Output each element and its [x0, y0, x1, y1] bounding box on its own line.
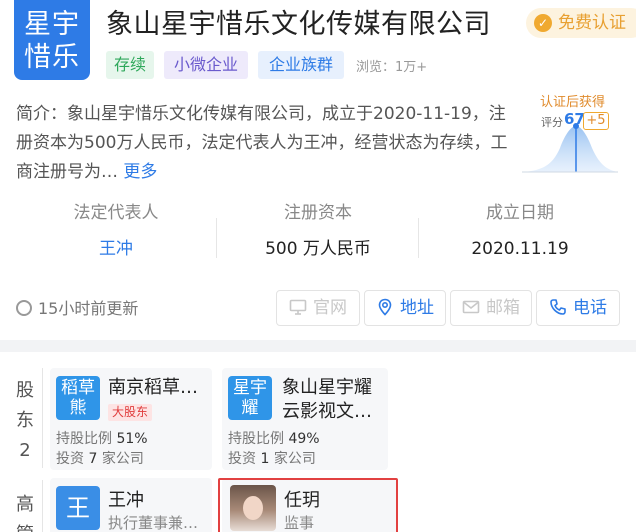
bell-curve — [524, 126, 618, 172]
founded-date-value: 2020.11.19 — [471, 239, 569, 259]
status-tag[interactable]: 存续 — [106, 51, 154, 79]
score-bonus: +5 — [583, 112, 609, 130]
key-stats: 法定代表人 王冲 注册资本 500 万人民币 成立日期 2020.11.19 — [16, 200, 620, 272]
side-char: 东 — [16, 410, 34, 431]
registered-capital-stat: 注册资本 500 万人民币 — [218, 200, 418, 262]
major-shareholder-badge: 大股东 — [108, 404, 153, 421]
monitor-icon — [289, 299, 307, 315]
ratio-value: 49% — [288, 431, 320, 447]
email-button[interactable]: 邮箱 — [450, 290, 532, 326]
website-button[interactable]: 官网 — [276, 290, 360, 326]
mail-icon — [462, 300, 480, 314]
view-count: 浏览：1万+ — [356, 60, 428, 75]
check-badge-icon: ✓ — [534, 14, 552, 32]
shareholder-name: 南京稻草… — [108, 377, 198, 398]
email-label: 邮箱 — [486, 298, 520, 318]
shareholders-side-label[interactable]: 股 东 2 — [12, 376, 38, 466]
legal-rep-value[interactable]: 王冲 — [16, 236, 216, 262]
shareholder-logo-line2: 耀 — [241, 398, 259, 418]
side-char: 股 — [16, 380, 34, 401]
shareholder-logo-line1: 稻草 — [61, 378, 95, 398]
shareholder-card[interactable]: 星宇 耀 象山星宇耀 云影视文… 持股比例 49% 投资 1 家公司 — [222, 368, 388, 470]
invest-suffix: 家公司 — [273, 451, 316, 467]
executive-avatar: 王 — [56, 486, 100, 530]
registered-capital-label: 注册资本 — [284, 203, 352, 223]
invest-prefix: 投资 — [56, 451, 84, 467]
refresh-icon — [16, 300, 32, 316]
investment-count: 投资 7 家公司 — [56, 448, 144, 468]
invest-count-value: 1 — [260, 451, 270, 467]
company-name: 象山星宇惜乐文化传媒有限公司 — [106, 9, 491, 40]
shareholder-logo: 稻草 熊 — [56, 376, 100, 420]
side-divider — [42, 368, 43, 468]
invest-prefix: 投资 — [228, 451, 256, 467]
address-button[interactable]: 地址 — [364, 290, 446, 326]
executives-side-label[interactable]: 高 管 — [12, 490, 38, 532]
shareholding-ratio: 持股比例 49% — [228, 428, 320, 448]
stat-divider — [216, 218, 217, 258]
ratio-label: 持股比例 — [56, 431, 112, 447]
phone-button[interactable]: 电话 — [536, 290, 620, 326]
executive-name: 王冲 — [108, 490, 144, 511]
executive-role: 执行董事兼… — [108, 514, 199, 532]
registered-capital-value: 500 万人民币 — [265, 239, 371, 259]
certification-label: 免费认证 — [558, 13, 626, 33]
logo-text-line2: 惜乐 — [24, 42, 80, 73]
scale-tag[interactable]: 小微企业 — [164, 51, 248, 79]
shareholding-ratio: 持股比例 51% — [56, 428, 148, 448]
side-char: 管 — [12, 520, 38, 532]
update-status: 15小时前更新 — [16, 295, 138, 319]
company-logo: 星宇 惜乐 — [14, 0, 90, 80]
shareholder-logo: 星宇 耀 — [228, 376, 272, 420]
update-text: 15小时前更新 — [38, 299, 139, 318]
company-intro: 简介：象山星宇惜乐文化传媒有限公司，成立于2020-11-19，注册资本为500… — [16, 100, 508, 187]
group-tag[interactable]: 企业族群 — [258, 51, 344, 79]
phone-label: 电话 — [573, 298, 607, 318]
score-value: 67 — [564, 110, 585, 128]
founded-date-label: 成立日期 — [486, 203, 554, 223]
location-pin-icon — [378, 298, 392, 316]
shareholder-logo-line2: 熊 — [69, 398, 87, 418]
address-label: 地址 — [400, 298, 434, 318]
score-label: 评分 — [541, 116, 563, 129]
shareholder-card[interactable]: 稻草 熊 南京稻草… 大股东 持股比例 51% 投资 7 家公司 — [50, 368, 212, 470]
legal-rep-label: 法定代表人 — [73, 203, 159, 223]
stat-divider — [418, 218, 419, 258]
ratio-value: 51% — [116, 431, 148, 447]
ratio-label: 持股比例 — [228, 431, 284, 447]
side-divider — [42, 480, 43, 532]
invest-count-value: 7 — [88, 451, 98, 467]
website-label: 官网 — [313, 298, 347, 318]
free-certification-button[interactable]: ✓ 免费认证 — [526, 8, 636, 38]
shareholder-name-line1: 象山星宇耀 — [282, 377, 372, 398]
side-char: 2 — [19, 440, 31, 461]
phone-icon — [550, 299, 566, 315]
logo-text-line1: 星宇 — [24, 9, 80, 40]
investment-count: 投资 1 家公司 — [228, 448, 316, 468]
legal-rep-stat: 法定代表人 王冲 — [16, 200, 216, 262]
section-separator — [0, 340, 636, 352]
intro-text: 简介：象山星宇惜乐文化传媒有限公司，成立于2020-11-19，注册资本为500… — [16, 104, 508, 182]
shareholder-name-line2: 云影视文… — [282, 401, 372, 422]
invest-suffix: 家公司 — [101, 451, 144, 467]
side-char: 高 — [16, 494, 34, 515]
executive-card[interactable]: 王 王冲 执行董事兼… — [50, 478, 212, 532]
selection-highlight — [218, 478, 398, 532]
shareholder-logo-line1: 星宇 — [233, 378, 267, 398]
more-link[interactable]: 更多 — [123, 162, 157, 182]
founded-date-stat: 成立日期 2020.11.19 — [420, 200, 620, 262]
